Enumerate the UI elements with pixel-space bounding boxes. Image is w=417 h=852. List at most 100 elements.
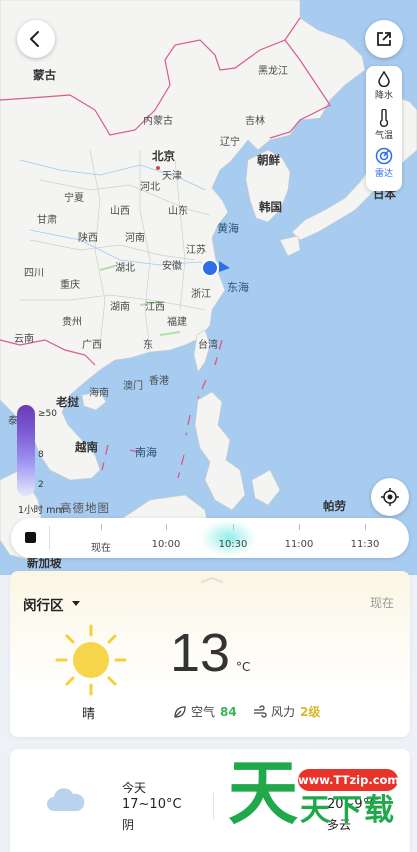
current-temperature: 13: [170, 623, 231, 683]
province-label: 黑龙江: [258, 66, 288, 77]
location-marker-icon[interactable]: [199, 257, 233, 281]
country-label-palau: 帕劳: [323, 499, 346, 513]
province-label: 江苏: [186, 245, 206, 256]
province-label: 江西: [145, 302, 165, 313]
province-label: 贵州: [62, 317, 82, 328]
timeline-label: 11:00: [284, 539, 314, 550]
sun-icon: [55, 624, 127, 696]
timeline-tick: [233, 524, 234, 530]
province-label: 广西: [82, 340, 102, 351]
crosshair-icon: [381, 488, 399, 506]
province-label: 安徽: [162, 261, 182, 272]
province-label: 海南: [89, 388, 109, 399]
air-value: 84: [220, 704, 237, 719]
watermark-text: 天下载: [300, 793, 396, 828]
province-label: 辽宁: [220, 137, 240, 148]
sea-label-yellow: 黄海: [217, 222, 239, 235]
province-label: 四川: [24, 268, 44, 279]
leaf-icon: [174, 705, 186, 718]
external-link-icon: [377, 32, 391, 46]
forecast-range: 17~10°C: [122, 797, 182, 812]
weather-map[interactable]: 蒙古 黑龙江 内蒙古 吉林 辽宁 北京 天津 朝鲜 河北 日本 宁夏 韩国 山西…: [0, 0, 417, 575]
province-label: 天津: [162, 171, 182, 182]
layer-label: 气温: [374, 131, 393, 141]
forecast-condition: 阴: [122, 818, 135, 832]
stop-button[interactable]: [25, 532, 36, 543]
temperature-unit: °C: [236, 660, 251, 674]
country-label-vietnam: 越南: [75, 440, 98, 454]
caret-down-icon[interactable]: [72, 601, 80, 606]
wind-value: 2级: [300, 705, 321, 719]
legend-tick: 8: [38, 450, 44, 460]
province-label: 福建: [167, 317, 187, 328]
province-label: 河北: [140, 182, 160, 193]
cloud-icon: [47, 788, 85, 811]
timeline-tick: [365, 524, 366, 530]
timeline-bar[interactable]: 现在 10:00 10:30 11:00 11:30: [11, 518, 409, 558]
country-label-singapore: 新加坡: [27, 556, 62, 570]
province-label: 内蒙古: [143, 116, 173, 127]
province-label: 浙江: [191, 289, 211, 300]
layer-precipitation[interactable]: 降水: [375, 71, 393, 109]
back-button[interactable]: [17, 20, 55, 58]
drag-handle-icon[interactable]: [200, 577, 224, 583]
wind-label: 风力: [271, 705, 296, 719]
air-label: 空气: [191, 705, 216, 719]
timeline-label: 11:30: [350, 539, 380, 550]
province-label: 河南: [125, 233, 145, 244]
province-label: 吉林: [245, 116, 265, 127]
province-label: 甘肃: [37, 215, 57, 226]
wind-level[interactable]: 风力 2级: [253, 703, 320, 720]
precipitation-legend: [17, 405, 35, 496]
country-label-mongolia: 蒙古: [33, 68, 56, 82]
province-label: 山西: [110, 206, 130, 217]
timeline-tick: [299, 524, 300, 530]
legend-tick: ≥50: [38, 409, 57, 419]
province-label: 台湾: [198, 340, 218, 351]
province-label: 山东: [168, 206, 188, 217]
timeline-label: 现在: [91, 543, 111, 554]
province-label: 宁夏: [64, 193, 84, 204]
layer-temperature[interactable]: 气温: [375, 109, 393, 147]
layer-radar[interactable]: 雷达: [375, 147, 393, 185]
watermark-logo: 天: [228, 752, 298, 834]
country-label-laos: 老挝: [56, 395, 79, 409]
legend-unit: 1小时 mm: [18, 505, 65, 516]
weather-condition: 晴: [82, 707, 96, 722]
legend-tick: 2: [38, 480, 44, 490]
layer-panel: 降水 气温 雷达: [366, 66, 402, 191]
province-label: 澳门: [123, 381, 143, 392]
forecast-day: 今天: [122, 781, 147, 795]
province-label: 湖南: [110, 302, 130, 313]
now-label: 现在: [370, 596, 395, 610]
timeline-tick: [166, 524, 167, 530]
province-label: 重庆: [60, 280, 80, 291]
district-selector[interactable]: 闵行区: [23, 594, 64, 614]
timeline-label: 10:30: [218, 539, 248, 550]
country-label-south-korea: 韩国: [259, 200, 282, 214]
thermometer-icon: [379, 109, 389, 127]
layer-label: 雷达: [374, 169, 393, 179]
timeline-divider: [49, 526, 50, 550]
wind-icon: [254, 704, 267, 718]
radar-icon: [375, 147, 393, 165]
forecast-divider: [213, 793, 214, 819]
share-button[interactable]: [365, 20, 403, 58]
chevron-left-icon: [30, 31, 39, 47]
timeline-label: 10:00: [151, 539, 181, 550]
province-label: 云南: [14, 334, 34, 345]
map-brand: 高德地图: [60, 501, 110, 515]
drop-icon: [378, 71, 390, 87]
country-label-north-korea: 朝鲜: [257, 153, 280, 167]
watermark-url: www.TTzip.com: [298, 769, 399, 791]
layer-label: 降水: [374, 91, 393, 101]
timeline-cursor[interactable]: [201, 520, 256, 556]
province-label: 北京: [152, 149, 175, 163]
province-label: 湖北: [115, 263, 135, 274]
timeline-tick: [101, 524, 102, 530]
province-label: 香港: [149, 376, 169, 387]
air-quality[interactable]: 空气 84: [173, 703, 237, 720]
province-label: 东: [143, 340, 153, 351]
locate-button[interactable]: [371, 478, 409, 516]
sea-label-east: 东海: [227, 281, 249, 294]
